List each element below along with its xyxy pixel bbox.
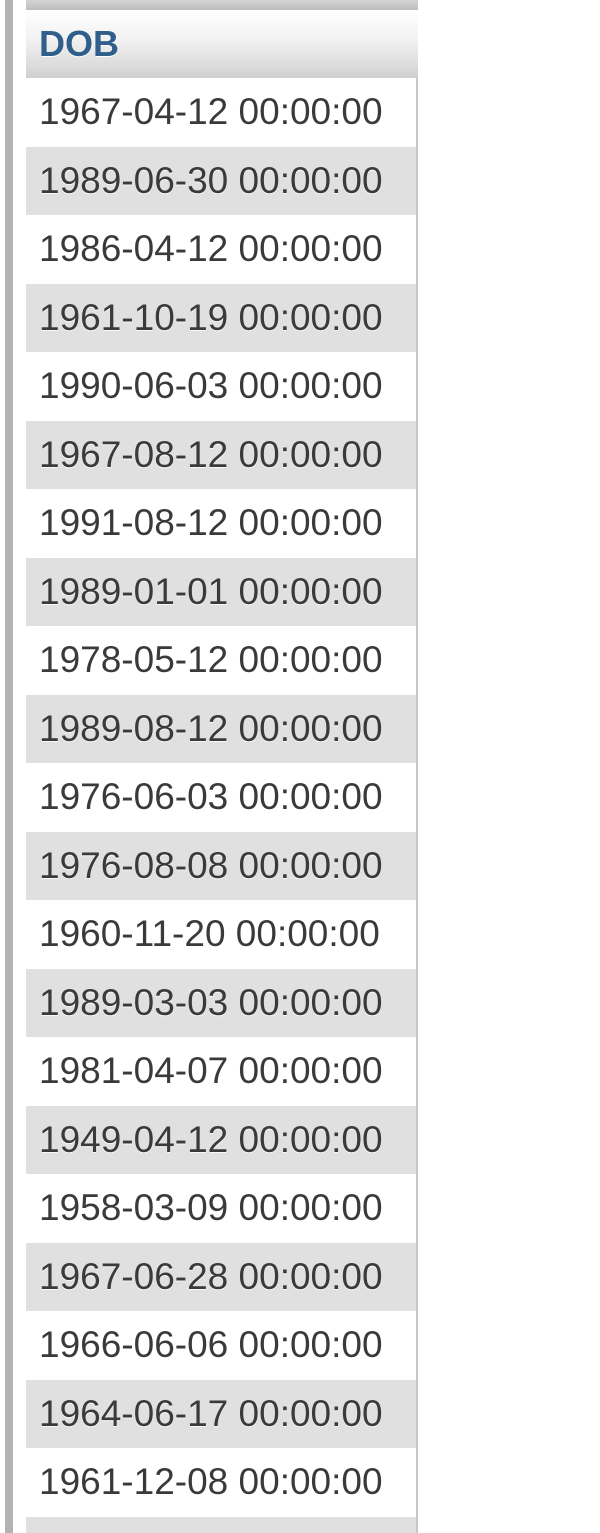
table-row[interactable]: 1981-04-07 00:00:00 <box>26 1037 416 1106</box>
table-row[interactable]: 1976-06-03 00:00:00 <box>26 763 416 832</box>
column-header-label: DOB <box>39 23 119 64</box>
dob-cell: 1964-06-17 00:00:00 <box>39 1392 383 1434</box>
dob-cell: 1991-08-12 00:00:00 <box>39 502 383 544</box>
dob-cell: 1981-04-07 00:00:00 <box>39 1050 383 1092</box>
dob-cell: 1990-06-03 00:00:00 <box>39 365 383 407</box>
dob-cell: 1989-08-12 00:00:00 <box>39 707 383 749</box>
left-scroll-rail <box>0 0 14 1533</box>
table-row[interactable]: 1966-06-06 00:00:00 <box>26 1311 416 1380</box>
dob-cell: 1989-03-03 00:00:00 <box>39 981 383 1023</box>
table-row[interactable]: 1964-06-17 00:00:00 <box>26 1379 416 1448</box>
table-row[interactable]: 1967-04-12 00:00:00 <box>26 78 416 147</box>
dob-cell: 1961-10-19 00:00:00 <box>39 296 383 338</box>
table-row[interactable]: 1967-06-28 00:00:00 <box>26 1242 416 1311</box>
dob-cell: 1966-06-06 00:00:00 <box>39 1324 383 1366</box>
table-row[interactable]: 1989-08-12 00:00:00 <box>26 694 416 763</box>
dob-cell: 1961-12-08 00:00:00 <box>39 1461 383 1503</box>
dob-cell: 1960-11-20 00:00:00 <box>39 913 380 955</box>
dob-cell: 1989-06-30 00:00:00 <box>39 159 383 201</box>
table-row[interactable]: 1991-08-12 00:00:00 <box>26 489 416 558</box>
table-row[interactable]: 1961-12-08 00:00:00 <box>26 1448 416 1517</box>
table-row[interactable]: 1960-11-20 00:00:00 <box>26 900 416 969</box>
table-row[interactable]: 1989-03-03 00:00:00 <box>26 968 416 1037</box>
table-body: 1967-04-12 00:00:00 1989-06-30 00:00:00 … <box>26 78 418 1533</box>
table-row[interactable]: 1978-05-12 00:00:00 <box>26 626 416 695</box>
dob-cell: 1976-06-03 00:00:00 <box>39 776 383 818</box>
table-row[interactable] <box>26 1516 416 1533</box>
table-row[interactable]: 1958-03-09 00:00:00 <box>26 1174 416 1243</box>
dob-cell: 1989-01-01 00:00:00 <box>39 570 383 612</box>
dob-table: DOB 1967-04-12 00:00:00 1989-06-30 00:00… <box>26 0 418 1533</box>
table-row[interactable]: 1986-04-12 00:00:00 <box>26 215 416 284</box>
dob-cell: 1967-06-28 00:00:00 <box>39 1255 383 1297</box>
dob-cell: 1949-04-12 00:00:00 <box>39 1118 383 1160</box>
dob-cell: 1976-08-08 00:00:00 <box>39 844 383 886</box>
dob-cell: 1986-04-12 00:00:00 <box>39 228 383 270</box>
dob-cell: 1967-04-12 00:00:00 <box>39 91 383 133</box>
table-row[interactable]: 1989-01-01 00:00:00 <box>26 557 416 626</box>
table-row[interactable]: 1976-08-08 00:00:00 <box>26 831 416 900</box>
table-row[interactable]: 1967-08-12 00:00:00 <box>26 420 416 489</box>
dob-cell: 1978-05-12 00:00:00 <box>39 639 383 681</box>
table-top-edge <box>26 0 418 10</box>
table-row[interactable]: 1989-06-30 00:00:00 <box>26 146 416 215</box>
table-row[interactable]: 1949-04-12 00:00:00 <box>26 1105 416 1174</box>
table-row[interactable]: 1961-10-19 00:00:00 <box>26 283 416 352</box>
dob-cell: 1967-08-12 00:00:00 <box>39 433 383 475</box>
dob-cell: 1958-03-09 00:00:00 <box>39 1187 383 1229</box>
table-row[interactable]: 1990-06-03 00:00:00 <box>26 352 416 421</box>
column-header-dob[interactable]: DOB <box>26 10 418 78</box>
